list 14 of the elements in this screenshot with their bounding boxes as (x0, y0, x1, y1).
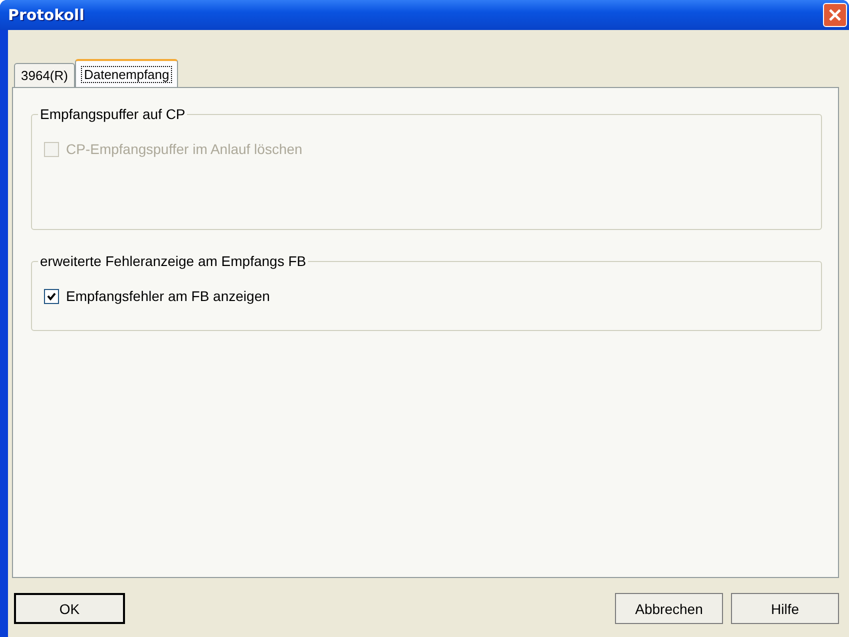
close-button[interactable] (823, 3, 847, 27)
checkmark-icon (47, 292, 56, 300)
checkbox-label: Empfangsfehler am FB anzeigen (66, 288, 270, 304)
ok-button[interactable]: OK (14, 593, 125, 624)
group-title: Empfangspuffer auf CP (38, 106, 188, 122)
help-button[interactable]: Hilfe (731, 593, 839, 624)
tab[interactable]: Datenempfang (74, 59, 178, 87)
cancel-button[interactable]: Abbrechen (615, 593, 723, 624)
tab[interactable]: 3964(R) (14, 63, 75, 87)
checkbox-label: CP-Empfangspuffer im Anlauf löschen (66, 141, 302, 157)
checkbox[interactable] (44, 288, 59, 304)
group-title: erweiterte Fehleranzeige am Empfangs FB (38, 253, 308, 269)
close-icon (828, 8, 842, 22)
window-title: Protokoll (8, 6, 84, 24)
